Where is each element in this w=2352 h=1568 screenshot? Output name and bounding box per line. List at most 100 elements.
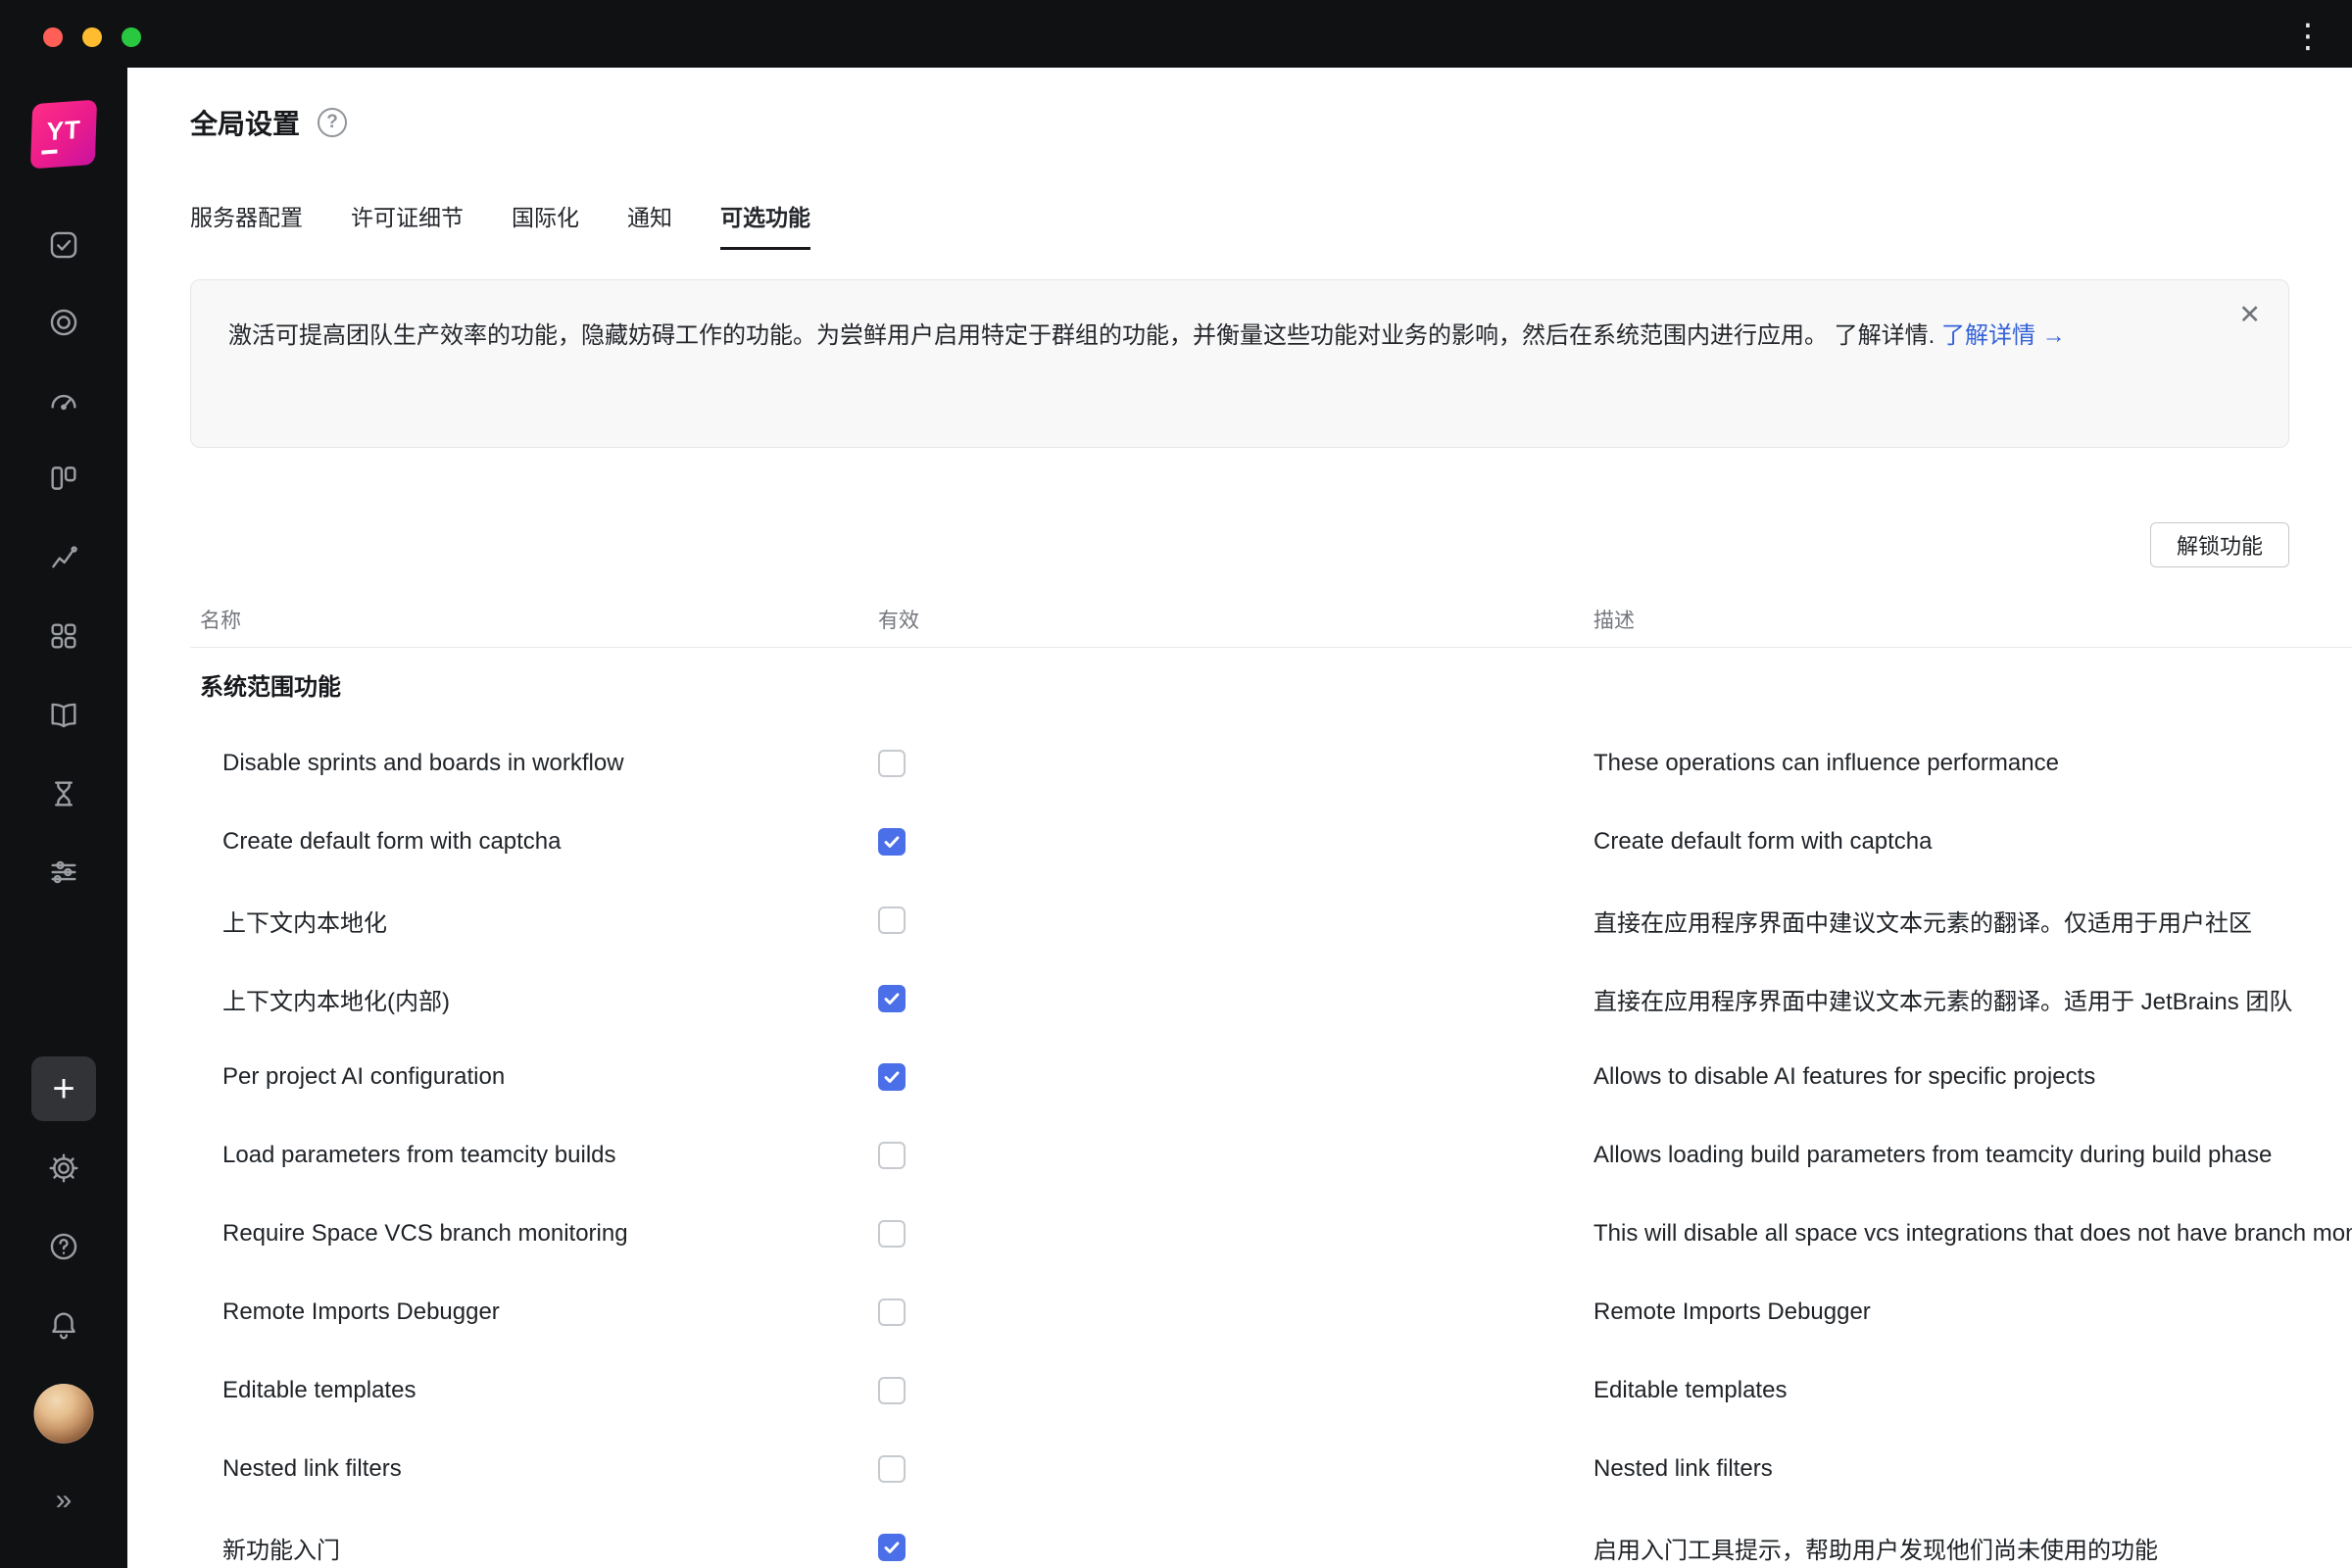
reports-chart-icon[interactable]: [47, 541, 80, 574]
table-row: Disable sprints and boards in workflowTh…: [190, 724, 2352, 803]
tab-2[interactable]: 许可证细节: [351, 199, 464, 250]
feature-description: 直接在应用程序界面中建议文本元素的翻译。仅适用于用户社区: [1593, 904, 2352, 938]
learn-more-link[interactable]: 了解详情 →: [1941, 322, 2066, 349]
unlock-features-button[interactable]: 解锁功能: [2150, 522, 2289, 567]
section-title: 系统范围功能: [200, 667, 341, 702]
feature-enabled-cell: [878, 985, 1593, 1012]
banner-text: 激活可提高团队生产效率的功能，隐藏妨碍工作的功能。为尝鲜用户启用特定于群组的功能…: [228, 322, 1941, 349]
help-icon[interactable]: [47, 1230, 80, 1263]
tab-1[interactable]: 服务器配置: [190, 199, 303, 250]
table-divider: [190, 647, 2352, 648]
feature-description: These operations can influence performan…: [1593, 750, 2352, 777]
table-row: 上下文内本地化 直接在应用程序界面中建议文本元素的翻译。仅适用于用户社区: [190, 881, 2352, 959]
feature-description: 启用入门工具提示，帮助用户发现他们尚未使用的功能: [1593, 1531, 2352, 1565]
checkbox-unchecked[interactable]: [878, 1455, 906, 1483]
feature-description: Nested link filters: [1593, 1455, 2352, 1483]
feature-enabled-cell: [878, 1298, 1593, 1326]
feature-name: Per project AI configuration: [190, 1063, 878, 1091]
tab-3[interactable]: 国际化: [512, 199, 579, 250]
feature-enabled-cell: [878, 828, 1593, 856]
feature-description: Create default form with captcha: [1593, 828, 2352, 856]
feature-rows: Disable sprints and boards in workflowTh…: [190, 724, 2352, 1568]
user-avatar[interactable]: [34, 1384, 94, 1444]
minimize-window-button[interactable]: [82, 27, 102, 47]
window-menu-icon[interactable]: ⋮: [2291, 20, 2325, 53]
feature-name: Load parameters from teamcity builds: [190, 1142, 878, 1169]
table-row: 新功能入门 启用入门工具提示，帮助用户发现他们尚未使用的功能: [190, 1508, 2352, 1568]
checkbox-checked[interactable]: [878, 828, 906, 856]
table-row: Nested link filters Nested link filters: [190, 1430, 2352, 1508]
feature-enabled-cell: [878, 1455, 1593, 1483]
main-content: 全局设置 ? 服务器配置许可证细节国际化通知可选功能 激活可提高团队生产效率的功…: [127, 68, 2352, 1568]
checkbox-unchecked[interactable]: [878, 1220, 906, 1248]
page-help-icon[interactable]: ?: [318, 108, 347, 137]
apps-grid-icon[interactable]: [47, 619, 80, 653]
feature-description: 直接在应用程序界面中建议文本元素的翻译。适用于 JetBrains 团队: [1593, 982, 2352, 1016]
youtrack-logo[interactable]: YT: [30, 100, 97, 170]
create-plus-button[interactable]: +: [31, 1056, 96, 1121]
feature-description: Allows loading build parameters from tea…: [1593, 1142, 2352, 1169]
tab-5[interactable]: 可选功能: [720, 199, 810, 250]
checkbox-checked[interactable]: [878, 1063, 906, 1091]
table-header: 名称 有效 描述: [190, 605, 2352, 634]
table-row: Create default form with captcha Create d…: [190, 803, 2352, 881]
table-row: Load parameters from teamcity builds Allo…: [190, 1116, 2352, 1195]
feature-name: Nested link filters: [190, 1455, 878, 1483]
feature-name: 上下文内本地化(内部): [190, 982, 878, 1016]
feature-description: Remote Imports Debugger: [1593, 1298, 2352, 1326]
close-window-button[interactable]: [43, 27, 63, 47]
projects-target-icon[interactable]: [47, 306, 80, 339]
checkbox-unchecked[interactable]: [878, 750, 906, 777]
table-row: Editable templates Editable templates: [190, 1351, 2352, 1430]
tab-4[interactable]: 通知: [627, 199, 672, 250]
bell-icon[interactable]: [47, 1308, 80, 1342]
feature-name: Create default form with captcha: [190, 828, 878, 856]
timesheets-hourglass-icon[interactable]: [47, 777, 80, 810]
feature-name: Editable templates: [190, 1377, 878, 1404]
workflow-sliders-icon[interactable]: [47, 856, 80, 889]
gear-icon[interactable]: [47, 1152, 80, 1185]
checkbox-unchecked[interactable]: [878, 1377, 906, 1404]
page-title: 全局设置: [190, 103, 300, 142]
tasks-check-icon[interactable]: [47, 228, 80, 262]
feature-enabled-cell: [878, 906, 1593, 934]
page-header: 全局设置 ?: [190, 103, 347, 142]
feature-description: Allows to disable AI features for specif…: [1593, 1063, 2352, 1091]
feature-enabled-cell: [878, 1220, 1593, 1248]
checkbox-checked[interactable]: [878, 1534, 906, 1561]
close-banner-icon[interactable]: ✕: [2232, 296, 2267, 334]
feature-name: Remote Imports Debugger: [190, 1298, 878, 1326]
sidebar: YT + »: [0, 0, 127, 1568]
feature-enabled-cell: [878, 750, 1593, 777]
table-row: 上下文内本地化(内部) 直接在应用程序界面中建议文本元素的翻译。适用于 JetBr…: [190, 959, 2352, 1038]
column-header-name: 名称: [190, 605, 878, 634]
agile-boards-icon[interactable]: [47, 462, 80, 495]
zoom-window-button[interactable]: [122, 27, 141, 47]
column-header-enabled: 有效: [878, 605, 1593, 634]
expand-sidebar-icon[interactable]: »: [56, 1486, 73, 1515]
feature-enabled-cell: [878, 1534, 1593, 1561]
checkbox-unchecked[interactable]: [878, 906, 906, 934]
feature-enabled-cell: [878, 1377, 1593, 1404]
table-row: Remote Imports Debugger Remote Imports De…: [190, 1273, 2352, 1351]
feature-description: Editable templates: [1593, 1377, 2352, 1404]
checkbox-unchecked[interactable]: [878, 1142, 906, 1169]
logo-text: YT: [46, 115, 81, 148]
checkbox-checked[interactable]: [878, 985, 906, 1012]
feature-enabled-cell: [878, 1063, 1593, 1091]
tabs: 服务器配置许可证细节国际化通知可选功能: [190, 199, 810, 250]
column-header-description: 描述: [1593, 605, 2352, 634]
feature-name: 上下文内本地化: [190, 904, 878, 938]
feature-enabled-cell: [878, 1142, 1593, 1169]
knowledge-base-icon[interactable]: [47, 699, 80, 732]
info-banner: 激活可提高团队生产效率的功能，隐藏妨碍工作的功能。为尝鲜用户启用特定于群组的功能…: [190, 279, 2289, 448]
dashboard-gauge-icon[interactable]: [47, 384, 80, 417]
feature-name: Require Space VCS branch monitoring: [190, 1220, 878, 1248]
plus-icon: +: [52, 1069, 74, 1108]
feature-description: This will disable all space vcs integrat…: [1593, 1220, 2352, 1248]
feature-name: 新功能入门: [190, 1531, 878, 1565]
logo-underscore: [41, 149, 57, 154]
traffic-lights: [43, 27, 141, 47]
checkbox-unchecked[interactable]: [878, 1298, 906, 1326]
table-row: Require Space VCS branch monitoring This …: [190, 1195, 2352, 1273]
